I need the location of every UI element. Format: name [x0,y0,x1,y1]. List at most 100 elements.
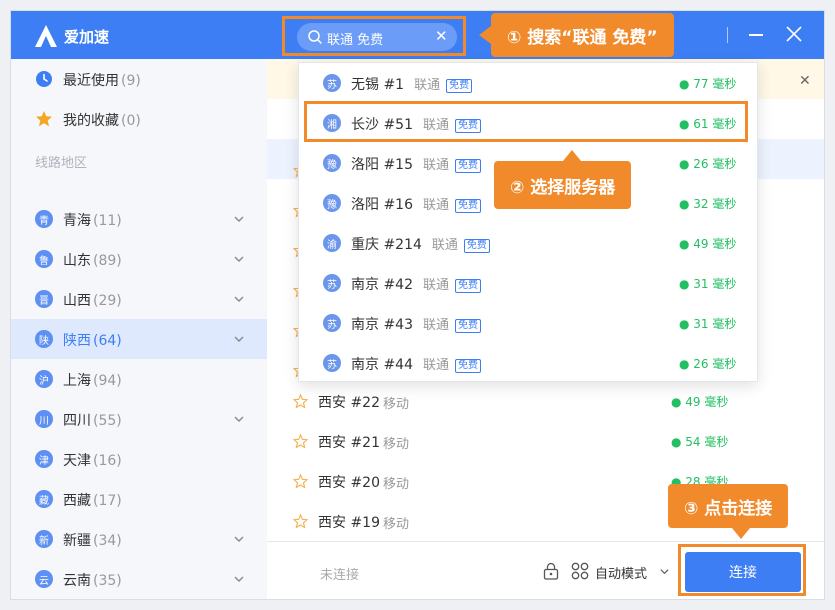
region-badge: 豫 [323,154,341,172]
free-badge: 免费 [455,199,482,213]
server-latency: ● 26 毫秒 [679,357,737,371]
sidebar-item-region[interactable]: 鲁 山东 (89) [11,239,267,279]
chevron-down-icon[interactable] [233,413,245,425]
chevron-down-icon[interactable] [233,213,245,225]
dropdown-server-option[interactable]: 苏 无锡 #1 联通 免费 ● 77 毫秒 [299,63,759,103]
lock-icon[interactable] [543,562,559,580]
connect-highlight-frame [678,544,806,596]
region-badge: 苏 [323,74,341,92]
step1-callout: ① 搜索“联通 免费” [491,13,674,57]
region-name: 山东 [63,253,91,269]
server-latency: ● 49 毫秒 [679,237,737,251]
sidebar-item-region[interactable]: 晋 山西 (29) [11,279,267,319]
region-count: (89) [93,253,122,269]
server-name: 无锡 #1 [351,77,405,93]
chevron-down-icon[interactable] [233,573,245,585]
region-name: 西藏 [63,493,91,509]
sidebar-item-label: 我的收藏 [63,113,119,129]
region-badge: 渝 [323,234,341,252]
server-name: 西安 #21 [318,435,380,451]
region-count: (55) [93,413,122,429]
region-count: (11) [93,213,122,229]
dropdown-server-option[interactable]: 苏 南京 #43 联通 免费 ● 31 毫秒 [299,303,759,343]
server-isp: 移动 [383,437,410,452]
region-name: 上海 [63,373,91,389]
app-name: 爱加速 [64,27,110,46]
region-count: (35) [93,573,122,589]
sidebar-item-label: 最近使用 [63,73,119,89]
region-name: 山西 [63,293,91,309]
dropdown-server-option[interactable]: 苏 南京 #42 联通 免费 ● 31 毫秒 [299,263,759,303]
region-badge: 沪 [35,370,53,388]
mode-select[interactable]: 自动模式 [595,563,647,582]
server-latency: ● 77 毫秒 [679,77,737,91]
region-count: (94) [93,373,122,389]
server-isp: 联通 [423,278,450,293]
server-name: 南京 #44 [351,357,413,373]
region-name: 天津 [63,453,91,469]
server-isp: 移动 [383,477,410,492]
notice-close-icon[interactable]: ✕ [799,73,811,89]
server-name: 西安 #22 [318,395,380,411]
callout-arrow [479,26,491,44]
title-divider [727,27,728,43]
sidebar-item-favorites[interactable]: 我的收藏 (0) [11,99,267,139]
star-filled-icon [36,111,52,127]
search-highlight-frame [282,16,466,56]
sidebar-item-region[interactable]: 藏 西藏 (17) [11,479,267,519]
region-badge: 川 [35,410,53,428]
server-latency: ● 54 毫秒 [671,435,729,449]
server-latency: ● 31 毫秒 [679,277,737,291]
server-row[interactable]: 西安 #22 移动 ● 49 毫秒 [267,381,824,421]
region-count: (34) [93,533,122,549]
sidebar-item-region[interactable]: 川 四川 (55) [11,399,267,439]
free-badge: 免费 [446,79,473,93]
server-isp: 联通 [423,198,450,213]
sidebar-item-region[interactable]: 陕 陕西 (64) [11,319,267,359]
sidebar-item-region[interactable]: 新 新疆 (34) [11,519,267,559]
chevron-down-icon[interactable] [233,293,245,305]
server-isp: 联通 [423,158,450,173]
server-isp: 移动 [383,517,410,532]
sidebar-item-count: (0) [121,113,141,129]
mode-grid-icon[interactable] [571,562,589,580]
dropdown-server-option[interactable]: 苏 南京 #44 联通 免费 ● 26 毫秒 [299,343,759,383]
sidebar-section-title: 线路地区 [35,156,88,171]
chevron-down-icon[interactable] [233,533,245,545]
server-latency: ● 49 毫秒 [671,395,729,409]
minimize-icon[interactable] [749,34,763,36]
callout-arrow [732,528,750,539]
region-badge: 豫 [323,194,341,212]
sidebar-item-region[interactable]: 青 青海 (11) [11,199,267,239]
chevron-down-icon[interactable] [233,253,245,265]
sidebar-item-recent[interactable]: 最近使用 (9) [11,59,267,99]
server-isp: 联通 [431,238,458,253]
dropdown-server-option[interactable]: 渝 重庆 #214 联通 免费 ● 49 毫秒 [299,223,759,263]
server-isp: 联通 [423,358,450,373]
step3-callout: ③ 点击连接 [668,484,789,528]
chevron-down-icon[interactable] [659,566,670,577]
sidebar-item-region[interactable]: 云 云南 (35) [11,559,267,599]
sidebar-item-region[interactable]: 津 天津 (16) [11,439,267,479]
free-badge: 免费 [463,239,490,253]
close-icon[interactable] [785,25,803,43]
star-outline-icon[interactable] [293,434,308,449]
region-badge: 苏 [323,314,341,332]
server-name: 洛阳 #16 [351,197,413,213]
star-outline-icon[interactable] [293,394,308,409]
app-logo: 爱加速 [33,23,109,49]
server-name: 南京 #43 [351,317,413,333]
region-badge: 新 [35,530,53,548]
server-name: 洛阳 #15 [351,157,413,173]
region-badge: 鲁 [35,250,53,268]
star-outline-icon[interactable] [293,514,308,529]
server-row[interactable]: 西安 #21 移动 ● 54 毫秒 [267,421,824,461]
sidebar-item-region[interactable]: 沪 上海 (94) [11,359,267,399]
chevron-down-icon[interactable] [233,333,245,345]
region-name: 四川 [63,413,91,429]
star-outline-icon[interactable] [293,474,308,489]
region-count: (29) [93,293,122,309]
region-name: 青海 [63,213,91,229]
app-logo-icon [35,25,57,47]
region-count: (16) [93,453,122,469]
